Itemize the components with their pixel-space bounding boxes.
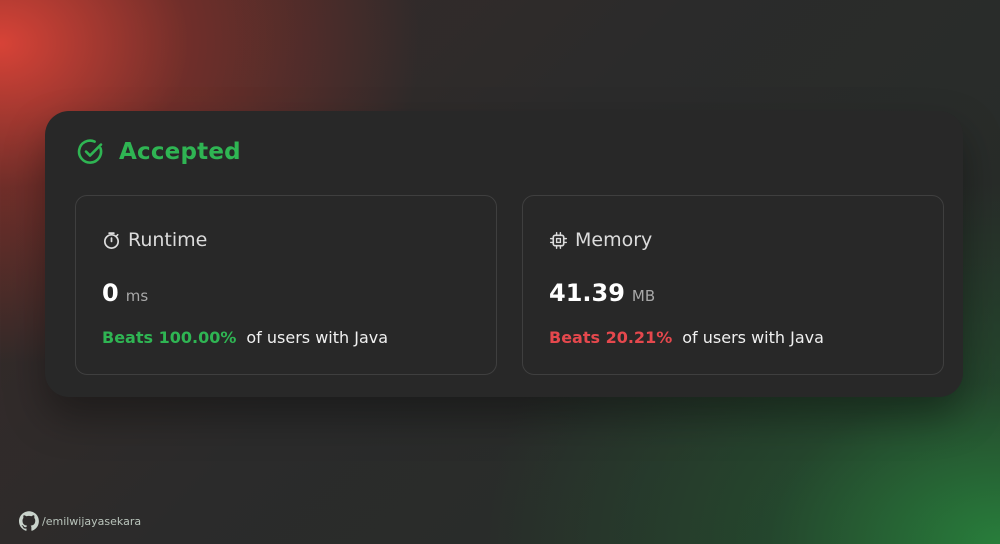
stopwatch-icon (103, 231, 120, 249)
runtime-beats: Beats 100.00% (102, 328, 237, 347)
check-circle-icon (77, 139, 103, 164)
runtime-beats-row: Beats 100.00% of users with Java (102, 328, 388, 347)
memory-beats: Beats 20.21% (549, 328, 673, 347)
runtime-value: 0 (102, 279, 119, 307)
memory-unit: MB (631, 287, 656, 305)
memory-tile[interactable]: Memory 41.39 MB Beats 20.21% of users wi… (522, 195, 944, 375)
github-icon (19, 511, 39, 531)
runtime-beats-suffix: of users with Java (246, 328, 389, 347)
runtime-value-row: 0 ms (102, 279, 148, 307)
runtime-tile[interactable]: Runtime 0 ms Beats 100.00% of users with… (75, 195, 497, 375)
memory-value-row: 41.39 MB (549, 279, 655, 307)
runtime-unit: ms (125, 287, 149, 305)
memory-header: Memory (549, 229, 652, 251)
credit-handle: /emilwijayasekara (42, 514, 142, 528)
memory-title: Memory (575, 229, 653, 251)
runtime-title: Runtime (128, 229, 208, 251)
submission-result-card: Accepted Runtime 0 ms Beats 100.00% of u… (45, 111, 963, 397)
memory-beats-row: Beats 20.21% of users with Java (549, 328, 824, 347)
runtime-header: Runtime (102, 229, 207, 251)
cpu-chip-icon (549, 231, 568, 249)
memory-value: 41.39 (549, 279, 625, 307)
author-credit[interactable]: /emilwijayasekara (19, 511, 141, 531)
status-header: Accepted (77, 138, 241, 166)
status-label: Accepted (119, 139, 241, 165)
memory-beats-suffix: of users with Java (682, 328, 824, 347)
